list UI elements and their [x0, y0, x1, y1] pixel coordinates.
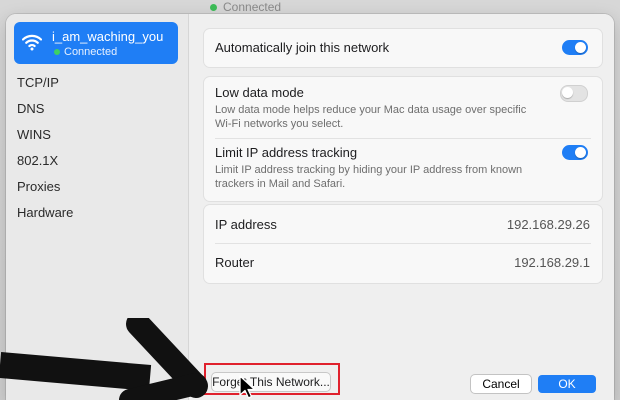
sidebar-item-hardware[interactable]: Hardware — [17, 200, 73, 226]
settings-content: Automatically join this network Low data… — [189, 14, 614, 400]
sidebar-item-wins[interactable]: WINS — [17, 122, 73, 148]
router-label: Router — [215, 255, 255, 270]
address-panel: IP address 192.168.29.26 Router 192.168.… — [203, 204, 603, 284]
background-status-text: Connected — [223, 0, 282, 14]
sidebar-item-proxies[interactable]: Proxies — [17, 174, 73, 200]
low-data-label: Low data mode — [215, 85, 304, 100]
selected-network-card[interactable]: i_am_waching_you Connected — [14, 22, 178, 64]
network-status: Connected — [54, 46, 117, 58]
ip-address-label: IP address — [215, 217, 277, 232]
background-connection-status: Connected — [210, 0, 281, 14]
limit-ip-label: Limit IP address tracking — [215, 145, 358, 160]
toggle-knob — [575, 42, 586, 53]
toggle-knob — [562, 87, 573, 98]
cancel-button[interactable]: Cancel — [471, 375, 531, 393]
auto-join-label: Automatically join this network — [215, 40, 390, 55]
limit-ip-toggle[interactable] — [562, 145, 588, 160]
row-divider — [215, 138, 591, 139]
low-data-description: Low data mode helps reduce your Mac data… — [215, 104, 527, 130]
low-data-toggle[interactable] — [560, 85, 588, 102]
mouse-cursor-icon — [239, 375, 256, 399]
privacy-panel: Low data mode Low data mode helps reduce… — [203, 76, 603, 202]
sidebar-item-8021x[interactable]: 802.1X — [17, 148, 73, 174]
toggle-knob — [575, 147, 586, 158]
network-status-text: Connected — [64, 46, 118, 58]
sidebar-item-tcpip[interactable]: TCP/IP — [17, 70, 73, 96]
router-value: 192.168.29.1 — [514, 255, 590, 270]
ip-address-value: 192.168.29.26 — [506, 217, 590, 232]
ok-button[interactable]: OK — [538, 375, 596, 393]
wifi-icon — [22, 34, 42, 51]
pointer-arrow-icon — [0, 318, 208, 400]
status-dot-icon — [210, 3, 217, 11]
row-divider — [215, 243, 591, 244]
sidebar-item-dns[interactable]: DNS — [17, 96, 73, 122]
forget-network-button[interactable]: Forget This Network... — [212, 373, 330, 391]
auto-join-toggle[interactable] — [562, 40, 588, 55]
connected-dot-icon — [54, 49, 60, 55]
limit-ip-description: Limit IP address tracking by hiding your… — [215, 164, 523, 190]
auto-join-panel: Automatically join this network — [203, 28, 603, 68]
sidebar-list: TCP/IP DNS WINS 802.1X Proxies Hardware — [17, 70, 73, 226]
network-name: i_am_waching_you — [52, 29, 164, 44]
